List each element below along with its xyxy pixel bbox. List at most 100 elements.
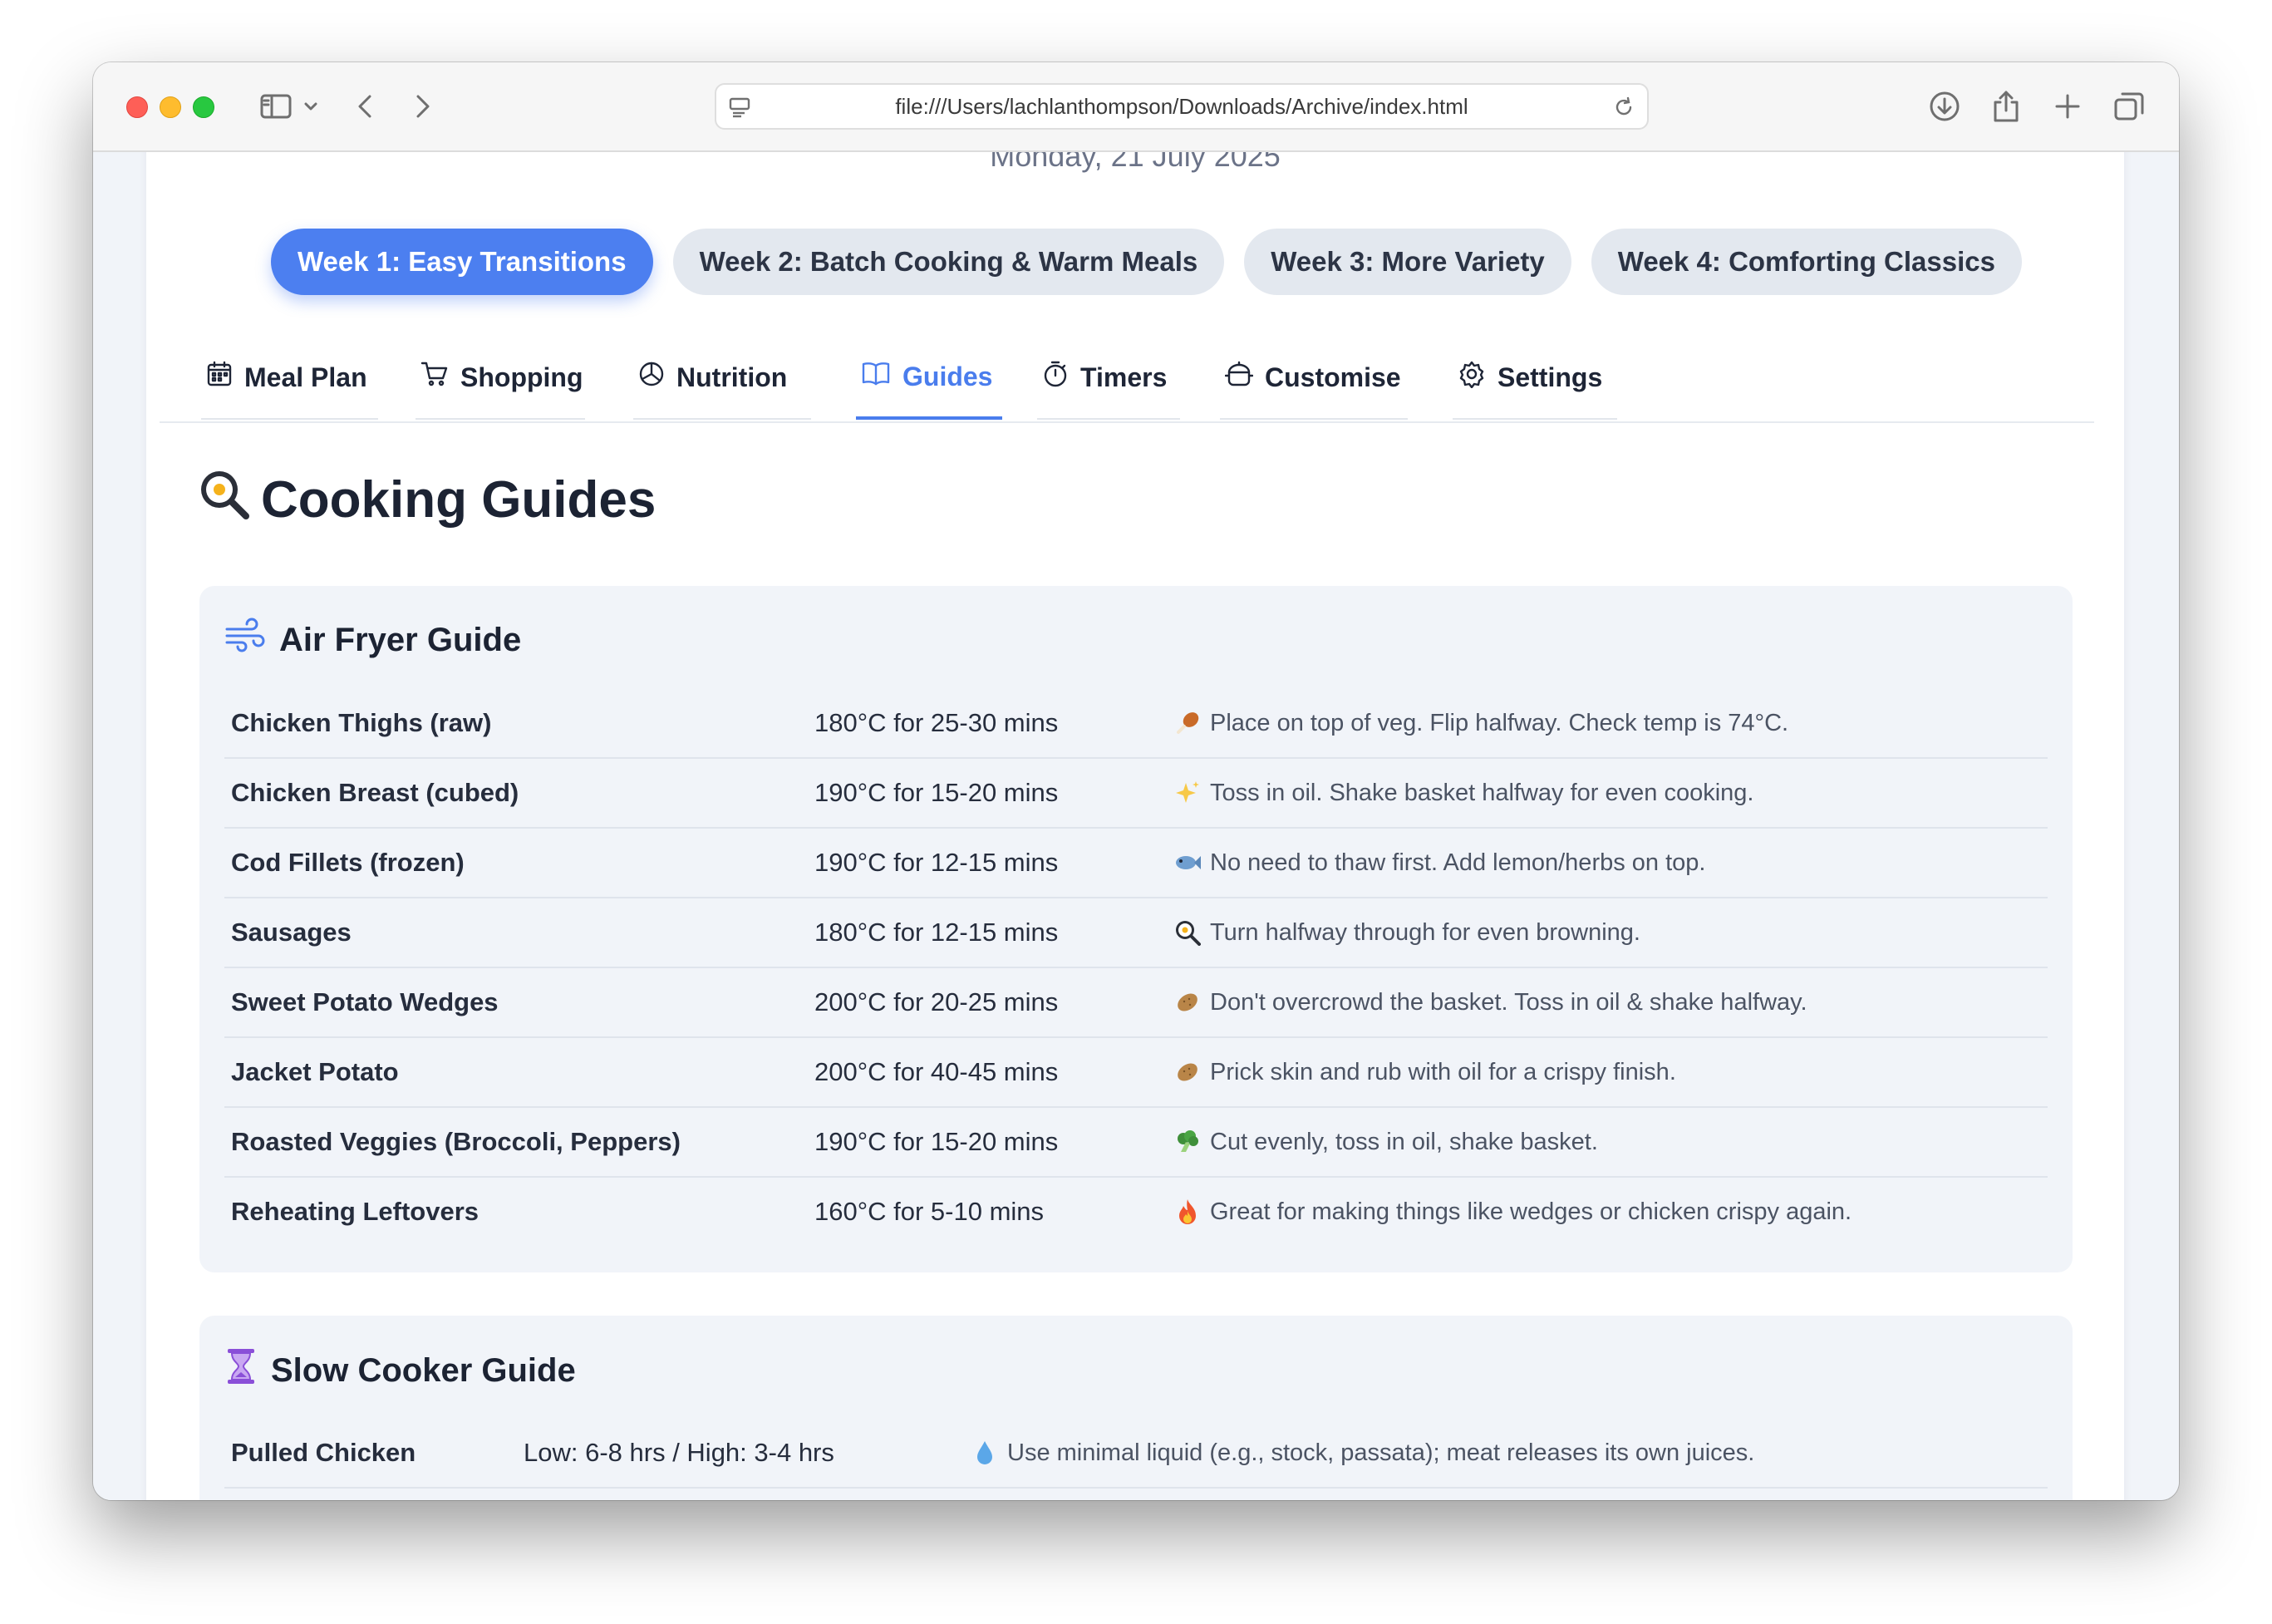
guide-title-text: Slow Cooker Guide [271, 1351, 576, 1389]
note-text: Use minimal liquid (e.g., stock, passata… [1007, 1439, 1755, 1466]
tab-label: Guides [902, 361, 993, 391]
air-fryer-guide-title: Air Fryer Guide [224, 618, 521, 662]
frying-pan-icon [1173, 918, 1202, 947]
week-tab-4[interactable]: Week 4: Comforting Classics [1591, 229, 2022, 295]
food-name: Chicken Thighs (raw) [231, 708, 492, 737]
main-card: Monday, 21 July 2025 Week 1: Easy Transi… [146, 152, 2124, 1500]
note-text: Prick skin and rub with oil for a crispy… [1210, 1058, 1676, 1085]
reload-icon[interactable] [1612, 96, 1635, 123]
page-viewport: Monday, 21 July 2025 Week 1: Easy Transi… [93, 152, 2179, 1500]
sidebar-toggle-icon[interactable] [256, 87, 296, 125]
food-name: Sausages [231, 918, 352, 947]
minimize-window-button[interactable] [160, 96, 181, 118]
cook-time: Low: 6-8 hrs / High: 3-4 hrs [524, 1438, 834, 1467]
cook-note: Use minimal liquid (e.g., stock, passata… [971, 1439, 1754, 1467]
chevron-down-icon[interactable] [301, 87, 321, 125]
back-icon[interactable] [352, 87, 377, 125]
tab-guides[interactable]: Guides [856, 337, 1002, 420]
droplet-icon [971, 1439, 999, 1467]
table-row: Cod Fillets (frozen) 190°C for 12-15 min… [224, 829, 2048, 898]
broccoli-icon [1173, 1128, 1202, 1156]
food-name: Sweet Potato Wedges [231, 987, 499, 1016]
tab-label: Customise [1265, 362, 1401, 392]
potato-icon [1173, 1058, 1202, 1086]
tab-timers[interactable]: Timers [1037, 337, 1180, 420]
tab-customise[interactable]: Customise [1220, 337, 1408, 420]
browser-toolbar: file:///Users/lachlanthompson/Downloads/… [93, 62, 2179, 152]
cooking-pot-icon [1224, 361, 1254, 394]
food-name: Pulled Chicken [231, 1438, 416, 1467]
table-row: Sweet Potato Wedges 200°C for 20-25 mins… [224, 968, 2048, 1038]
cook-note: Turn halfway through for even browning. [1173, 918, 1640, 947]
current-date: Monday, 21 July 2025 [990, 152, 1281, 173]
tab-label: Meal Plan [244, 362, 367, 392]
food-name: Chicken Breast (cubed) [231, 778, 519, 807]
fire-icon [1173, 1198, 1202, 1226]
note-text: Place on top of veg. Flip halfway. Check… [1210, 709, 1789, 736]
cook-time: 160°C for 5-10 mins [814, 1197, 1045, 1226]
note-text: Don't overcrowd the basket. Toss in oil … [1210, 988, 1807, 1016]
share-icon[interactable] [1989, 87, 2023, 125]
table-row: Chicken Thighs (raw) 180°C for 25-30 min… [224, 689, 2048, 759]
forward-icon[interactable] [411, 87, 435, 125]
tab-meal-plan[interactable]: Meal Plan [201, 337, 378, 420]
section-tabs: Meal Plan Shopping Nutrition Guides Time… [160, 337, 2094, 423]
note-text: Cut evenly, toss in oil, shake basket. [1210, 1128, 1598, 1155]
table-row: Reheating Leftovers 160°C for 5-10 mins … [224, 1178, 2048, 1246]
table-row: Pulled Chicken Low: 6-8 hrs / High: 3-4 … [224, 1419, 2048, 1489]
cook-note: Place on top of veg. Flip halfway. Check… [1173, 709, 1788, 737]
week-tabs: Week 1: Easy Transitions Week 2: Batch C… [271, 229, 2022, 295]
note-text: Great for making things like wedges or c… [1210, 1198, 1852, 1225]
new-tab-icon[interactable] [2051, 87, 2084, 125]
cook-note: No need to thaw first. Add lemon/herbs o… [1173, 849, 1705, 877]
cook-time: 200°C for 20-25 mins [814, 987, 1059, 1016]
slow-cooker-guide: Slow Cooker Guide Pulled Chicken Low: 6-… [199, 1316, 2073, 1500]
cook-time: 190°C for 15-20 mins [814, 778, 1059, 807]
tab-label: Shopping [460, 362, 583, 392]
tab-settings[interactable]: Settings [1453, 337, 1617, 420]
browser-window: file:///Users/lachlanthompson/Downloads/… [93, 62, 2179, 1500]
week-tab-2[interactable]: Week 2: Batch Cooking & Warm Meals [672, 229, 1225, 295]
tab-label: Nutrition [676, 362, 788, 392]
close-window-button[interactable] [126, 96, 148, 118]
book-icon [861, 361, 891, 392]
potato-icon [1173, 988, 1202, 1016]
cook-time: 200°C for 40-45 mins [814, 1057, 1059, 1086]
cook-time: 190°C for 12-15 mins [814, 848, 1059, 877]
table-row: Roasted Veggies (Broccoli, Peppers) 190°… [224, 1108, 2048, 1178]
hourglass-icon [224, 1347, 258, 1394]
week-tab-3[interactable]: Week 3: More Variety [1244, 229, 1571, 295]
tab-label: Timers [1080, 362, 1168, 392]
food-name: Jacket Potato [231, 1057, 399, 1086]
calendar-icon [206, 361, 233, 394]
air-fryer-table: Chicken Thighs (raw) 180°C for 25-30 min… [224, 689, 2048, 1246]
poultry-leg-icon [1173, 709, 1202, 737]
week-tab-1[interactable]: Week 1: Easy Transitions [271, 229, 653, 295]
tab-overview-icon[interactable] [2112, 87, 2146, 125]
note-text: Turn halfway through for even browning. [1210, 918, 1640, 946]
table-row: Jacket Potato 200°C for 40-45 mins Prick… [224, 1038, 2048, 1108]
tab-nutrition[interactable]: Nutrition [633, 337, 811, 420]
wind-icon [224, 618, 266, 662]
guide-title-text: Air Fryer Guide [279, 621, 522, 658]
cook-note: Prick skin and rub with oil for a crispy… [1173, 1058, 1676, 1086]
cook-note: Toss in oil. Shake basket halfway for ev… [1173, 779, 1753, 807]
address-bar[interactable]: file:///Users/lachlanthompson/Downloads/… [715, 83, 1649, 130]
cook-note: Cut evenly, toss in oil, shake basket. [1173, 1128, 1598, 1156]
food-name: Reheating Leftovers [231, 1197, 479, 1226]
gear-icon [1458, 360, 1486, 395]
note-text: Toss in oil. Shake basket halfway for ev… [1210, 779, 1754, 806]
maximize-window-button[interactable] [193, 96, 214, 118]
cook-time: 180°C for 25-30 mins [814, 708, 1059, 737]
food-name: Cod Fillets (frozen) [231, 848, 465, 877]
section-title-text: Cooking Guides [261, 471, 657, 529]
pie-chart-icon [638, 361, 665, 394]
food-name: Roasted Veggies (Broccoli, Peppers) [231, 1127, 681, 1156]
cook-note: Don't overcrowd the basket. Toss in oil … [1173, 988, 1807, 1016]
slow-cooker-table: Pulled Chicken Low: 6-8 hrs / High: 3-4 … [224, 1419, 2048, 1489]
table-row: Chicken Breast (cubed) 190°C for 15-20 m… [224, 759, 2048, 829]
table-row: Sausages 180°C for 12-15 mins Turn halfw… [224, 898, 2048, 968]
download-icon[interactable] [1928, 87, 1961, 125]
tab-shopping[interactable]: Shopping [416, 337, 585, 420]
sparkles-icon [1173, 779, 1202, 807]
